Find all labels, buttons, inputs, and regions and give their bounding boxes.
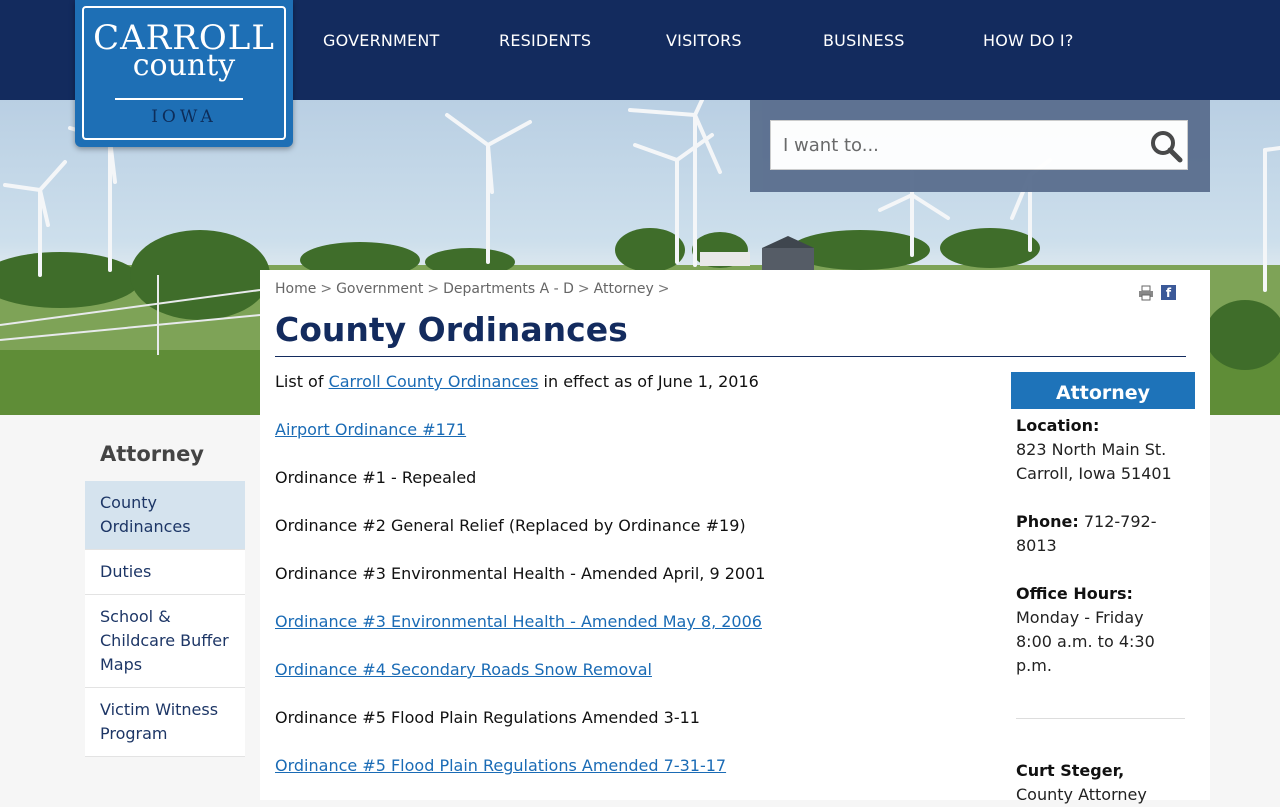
list-item: Airport Ordinance #171 [275,420,466,439]
list-item: Ordinance #5 Flood Plain Regulations Ame… [275,708,700,727]
sidebar-item-buffer-maps[interactable]: School & Childcare Buffer Maps [85,595,245,688]
sidebar-item-label: School & [100,607,171,626]
title-divider [275,356,1186,357]
location-label: Location: [1016,416,1100,435]
phone-block: Phone: 712-792- 8013 [1016,510,1191,558]
list-item: Ordinance #2 General Relief (Replaced by… [275,516,746,535]
sidebar-item-duties[interactable]: Duties [85,550,245,595]
nav-visitors[interactable]: VISITORS [666,31,742,50]
ordinances-link[interactable]: Carroll County Ordinances [329,372,539,391]
nav-residents[interactable]: RESIDENTS [499,31,591,50]
list-item: Ordinance #3 Environmental Health - Amen… [275,612,762,631]
page-title: County Ordinances [275,310,628,349]
sidebar-item-county-ordinances[interactable]: County Ordinances [85,481,245,550]
carroll-county-logo[interactable]: CARROLL county IOWA [75,0,293,147]
contact-name: Curt Steger, [1016,761,1125,780]
sidebar-title: Attorney [100,442,204,466]
ordinance-link[interactable]: Airport Ordinance #171 [275,420,466,439]
sidebar-item-label: Maps [100,655,143,674]
nav-business[interactable]: BUSINESS [823,31,905,50]
ordinance-link[interactable]: Ordinance #4 Secondary Roads Snow Remova… [275,660,652,679]
breadcrumb-separator: > [427,281,440,297]
info-heading: Attorney [1011,372,1195,409]
facebook-icon[interactable]: f [1161,285,1176,300]
list-item: Ordinance #5 Flood Plain Regulations Ame… [275,756,726,775]
breadcrumb-departments[interactable]: Departments A - D [443,281,574,297]
intro-suffix: in effect as of June 1, 2016 [538,372,759,391]
ordinance-link[interactable]: Ordinance #3 Environmental Health - Amen… [275,612,762,631]
logo-iowa-text: IOWA [151,107,217,127]
sidebar-item-label: Victim Witness [100,700,219,719]
list-item: Ordinance #3 Environmental Health - Amen… [275,564,766,583]
breadcrumb-attorney[interactable]: Attorney [594,281,654,297]
sidebar-item-victim-witness[interactable]: Victim Witness Program [85,688,245,757]
print-icon[interactable] [1138,285,1154,301]
magnifier-icon [1151,131,1183,163]
hours-label: Office Hours: [1016,584,1133,603]
location-block: Location: 823 North Main St. Carroll, Io… [1016,414,1191,486]
hours-block: Office Hours: Monday - Friday 8:00 a.m. … [1016,582,1191,678]
list-item: Ordinance #4 Secondary Roads Snow Remova… [275,660,652,679]
intro-text: List of Carroll County Ordinances in eff… [275,372,759,391]
phone-label: Phone: [1016,512,1079,531]
content-area: Home > Government > Departments A - D > Attorn… [260,270,1210,804]
list-item: Ordinance #1 - Repealed [275,468,477,487]
phone-number-part-2: 8013 [1016,536,1057,555]
logo-divider [115,98,243,100]
nav-how-do-i[interactable]: HOW DO I? [983,31,1074,50]
nav-government[interactable]: GOVERNMENT [323,31,440,50]
search-button[interactable] [1148,128,1184,164]
address-line-1: 823 North Main St. [1016,440,1167,459]
search-panel [750,100,1210,192]
ordinance-link[interactable]: Ordinance #5 Flood Plain Regulations Ame… [275,756,726,775]
hours-line-3: p.m. [1016,656,1052,675]
contact-title: County Attorney [1016,785,1147,804]
breadcrumb-home[interactable]: Home [275,281,316,297]
address-line-2: Carroll, Iowa 51401 [1016,464,1172,483]
breadcrumb-separator: > [657,281,670,297]
search-input[interactable] [770,120,1188,170]
hours-line-2: 8:00 a.m. to 4:30 [1016,632,1155,651]
sidebar-item-label: Duties [100,562,152,581]
sidebar-item-label: County [100,493,157,512]
sidebar-item-label: Childcare Buffer [100,631,229,650]
phone-number-part-1: 712-792- [1078,512,1157,531]
sidebar-item-label: Program [100,724,168,743]
logo-county-text: county [132,48,236,83]
breadcrumb: Home > Government > Departments A - D > Attorn… [275,281,674,297]
breadcrumb-separator: > [577,281,590,297]
info-divider [1016,718,1185,719]
breadcrumb-government[interactable]: Government [336,281,423,297]
intro-prefix: List of [275,372,329,391]
hours-line-1: Monday - Friday [1016,608,1144,627]
sidebar-item-label: Ordinances [100,517,191,536]
breadcrumb-separator: > [320,281,333,297]
